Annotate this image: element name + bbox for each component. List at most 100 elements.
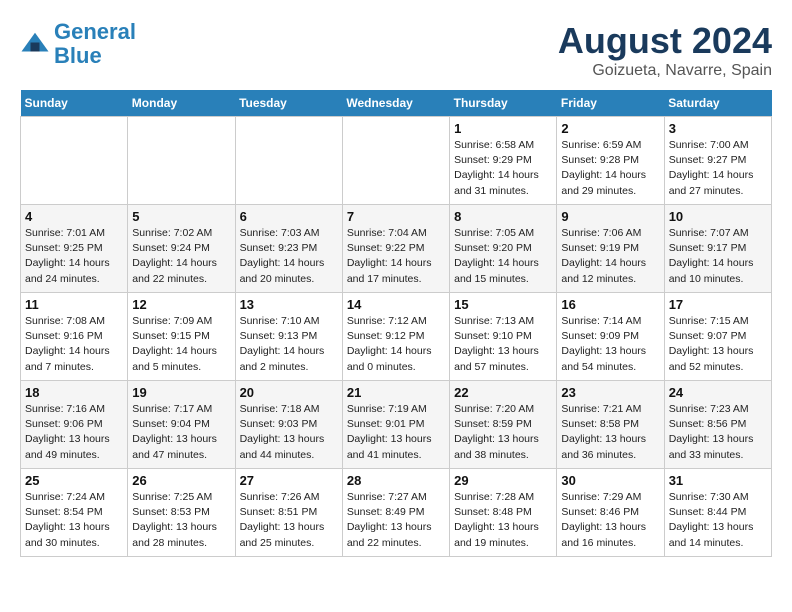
- day-number: 7: [347, 209, 445, 224]
- day-info: Sunrise: 6:58 AM Sunset: 9:29 PM Dayligh…: [454, 138, 552, 199]
- day-number: 20: [240, 385, 338, 400]
- day-cell: 1 Sunrise: 6:58 AM Sunset: 9:29 PM Daylig…: [450, 117, 557, 205]
- day-cell: 2 Sunrise: 6:59 AM Sunset: 9:28 PM Daylig…: [557, 117, 664, 205]
- week-row-3: 11 Sunrise: 7:08 AM Sunset: 9:16 PM Dayli…: [21, 293, 772, 381]
- weekday-header-row: SundayMondayTuesdayWednesdayThursdayFrid…: [21, 90, 772, 117]
- day-number: 13: [240, 297, 338, 312]
- day-cell: 13 Sunrise: 7:10 AM Sunset: 9:13 PM Dayli…: [235, 293, 342, 381]
- day-number: 21: [347, 385, 445, 400]
- day-cell: [235, 117, 342, 205]
- day-cell: 9Sunrise: 7:06 AM Sunset: 9:19 PM Daylig…: [557, 205, 664, 293]
- day-number: 16: [561, 297, 659, 312]
- weekday-header-sunday: Sunday: [21, 90, 128, 117]
- day-info: Sunrise: 7:08 AM Sunset: 9:16 PM Dayligh…: [25, 314, 123, 375]
- day-number: 10: [669, 209, 767, 224]
- day-cell: 19 Sunrise: 7:17 AM Sunset: 9:04 PM Dayli…: [128, 381, 235, 469]
- day-number: 15: [454, 297, 552, 312]
- day-number: 17: [669, 297, 767, 312]
- day-number: 23: [561, 385, 659, 400]
- day-info: Sunrise: 7:30 AM Sunset: 8:44 PM Dayligh…: [669, 490, 767, 551]
- weekday-header-monday: Monday: [128, 90, 235, 117]
- day-cell: 4 Sunrise: 7:01 AM Sunset: 9:25 PM Daylig…: [21, 205, 128, 293]
- day-number: 14: [347, 297, 445, 312]
- day-cell: 15 Sunrise: 7:13 AM Sunset: 9:10 PM Dayli…: [450, 293, 557, 381]
- day-info: Sunrise: 7:26 AM Sunset: 8:51 PM Dayligh…: [240, 490, 338, 551]
- day-number: 19: [132, 385, 230, 400]
- weekday-header-tuesday: Tuesday: [235, 90, 342, 117]
- title-section: August 2024 Goizueta, Navarre, Spain: [558, 20, 772, 80]
- logo: General Blue: [20, 20, 136, 68]
- day-cell: 25Sunrise: 7:24 AM Sunset: 8:54 PM Dayli…: [21, 469, 128, 557]
- day-cell: 18Sunrise: 7:16 AM Sunset: 9:06 PM Dayli…: [21, 381, 128, 469]
- day-number: 5: [132, 209, 230, 224]
- day-number: 11: [25, 297, 123, 312]
- day-number: 30: [561, 473, 659, 488]
- weekday-header-saturday: Saturday: [664, 90, 771, 117]
- day-info: Sunrise: 7:00 AM Sunset: 9:27 PM Dayligh…: [669, 138, 767, 199]
- day-cell: 30 Sunrise: 7:29 AM Sunset: 8:46 PM Dayli…: [557, 469, 664, 557]
- day-number: 22: [454, 385, 552, 400]
- day-cell: 12Sunrise: 7:09 AM Sunset: 9:15 PM Dayli…: [128, 293, 235, 381]
- day-info: Sunrise: 7:23 AM Sunset: 8:56 PM Dayligh…: [669, 402, 767, 463]
- page-header: General Blue August 2024 Goizueta, Navar…: [20, 20, 772, 80]
- day-info: Sunrise: 7:05 AM Sunset: 9:20 PM Dayligh…: [454, 226, 552, 287]
- day-cell: [21, 117, 128, 205]
- day-cell: 22Sunrise: 7:20 AM Sunset: 8:59 PM Dayli…: [450, 381, 557, 469]
- weekday-header-friday: Friday: [557, 90, 664, 117]
- day-info: Sunrise: 7:01 AM Sunset: 9:25 PM Dayligh…: [25, 226, 123, 287]
- day-info: Sunrise: 7:17 AM Sunset: 9:04 PM Dayligh…: [132, 402, 230, 463]
- day-cell: 26Sunrise: 7:25 AM Sunset: 8:53 PM Dayli…: [128, 469, 235, 557]
- week-row-5: 25Sunrise: 7:24 AM Sunset: 8:54 PM Dayli…: [21, 469, 772, 557]
- day-info: Sunrise: 7:03 AM Sunset: 9:23 PM Dayligh…: [240, 226, 338, 287]
- day-info: Sunrise: 7:12 AM Sunset: 9:12 PM Dayligh…: [347, 314, 445, 375]
- day-cell: 21 Sunrise: 7:19 AM Sunset: 9:01 PM Dayli…: [342, 381, 449, 469]
- weekday-header-thursday: Thursday: [450, 90, 557, 117]
- day-number: 27: [240, 473, 338, 488]
- day-info: Sunrise: 7:25 AM Sunset: 8:53 PM Dayligh…: [132, 490, 230, 551]
- day-cell: 8Sunrise: 7:05 AM Sunset: 9:20 PM Daylig…: [450, 205, 557, 293]
- day-cell: 17 Sunrise: 7:15 AM Sunset: 9:07 PM Dayli…: [664, 293, 771, 381]
- day-cell: 3 Sunrise: 7:00 AM Sunset: 9:27 PM Daylig…: [664, 117, 771, 205]
- day-cell: 24 Sunrise: 7:23 AM Sunset: 8:56 PM Dayli…: [664, 381, 771, 469]
- location: Goizueta, Navarre, Spain: [558, 62, 772, 80]
- month-title: August 2024: [558, 20, 772, 62]
- day-info: Sunrise: 7:14 AM Sunset: 9:09 PM Dayligh…: [561, 314, 659, 375]
- day-number: 24: [669, 385, 767, 400]
- day-number: 18: [25, 385, 123, 400]
- day-info: Sunrise: 7:28 AM Sunset: 8:48 PM Dayligh…: [454, 490, 552, 551]
- day-info: Sunrise: 7:10 AM Sunset: 9:13 PM Dayligh…: [240, 314, 338, 375]
- day-cell: 14 Sunrise: 7:12 AM Sunset: 9:12 PM Dayli…: [342, 293, 449, 381]
- day-info: Sunrise: 7:02 AM Sunset: 9:24 PM Dayligh…: [132, 226, 230, 287]
- day-cell: 27 Sunrise: 7:26 AM Sunset: 8:51 PM Dayli…: [235, 469, 342, 557]
- day-number: 2: [561, 121, 659, 136]
- day-info: Sunrise: 7:19 AM Sunset: 9:01 PM Dayligh…: [347, 402, 445, 463]
- day-info: Sunrise: 6:59 AM Sunset: 9:28 PM Dayligh…: [561, 138, 659, 199]
- day-number: 3: [669, 121, 767, 136]
- day-info: Sunrise: 7:07 AM Sunset: 9:17 PM Dayligh…: [669, 226, 767, 287]
- day-number: 4: [25, 209, 123, 224]
- day-number: 6: [240, 209, 338, 224]
- logo-icon: [20, 29, 50, 59]
- day-number: 25: [25, 473, 123, 488]
- day-cell: 31 Sunrise: 7:30 AM Sunset: 8:44 PM Dayli…: [664, 469, 771, 557]
- week-row-2: 4 Sunrise: 7:01 AM Sunset: 9:25 PM Daylig…: [21, 205, 772, 293]
- day-cell: 16 Sunrise: 7:14 AM Sunset: 9:09 PM Dayli…: [557, 293, 664, 381]
- day-info: Sunrise: 7:13 AM Sunset: 9:10 PM Dayligh…: [454, 314, 552, 375]
- day-cell: 29Sunrise: 7:28 AM Sunset: 8:48 PM Dayli…: [450, 469, 557, 557]
- day-cell: 10 Sunrise: 7:07 AM Sunset: 9:17 PM Dayli…: [664, 205, 771, 293]
- day-number: 31: [669, 473, 767, 488]
- day-number: 1: [454, 121, 552, 136]
- week-row-4: 18Sunrise: 7:16 AM Sunset: 9:06 PM Dayli…: [21, 381, 772, 469]
- day-cell: 11 Sunrise: 7:08 AM Sunset: 9:16 PM Dayli…: [21, 293, 128, 381]
- day-number: 12: [132, 297, 230, 312]
- day-cell: 5 Sunrise: 7:02 AM Sunset: 9:24 PM Daylig…: [128, 205, 235, 293]
- week-row-1: 1 Sunrise: 6:58 AM Sunset: 9:29 PM Daylig…: [21, 117, 772, 205]
- day-info: Sunrise: 7:29 AM Sunset: 8:46 PM Dayligh…: [561, 490, 659, 551]
- day-info: Sunrise: 7:04 AM Sunset: 9:22 PM Dayligh…: [347, 226, 445, 287]
- day-cell: 28Sunrise: 7:27 AM Sunset: 8:49 PM Dayli…: [342, 469, 449, 557]
- day-info: Sunrise: 7:21 AM Sunset: 8:58 PM Dayligh…: [561, 402, 659, 463]
- day-number: 9: [561, 209, 659, 224]
- day-info: Sunrise: 7:15 AM Sunset: 9:07 PM Dayligh…: [669, 314, 767, 375]
- day-cell: 20Sunrise: 7:18 AM Sunset: 9:03 PM Dayli…: [235, 381, 342, 469]
- weekday-header-wednesday: Wednesday: [342, 90, 449, 117]
